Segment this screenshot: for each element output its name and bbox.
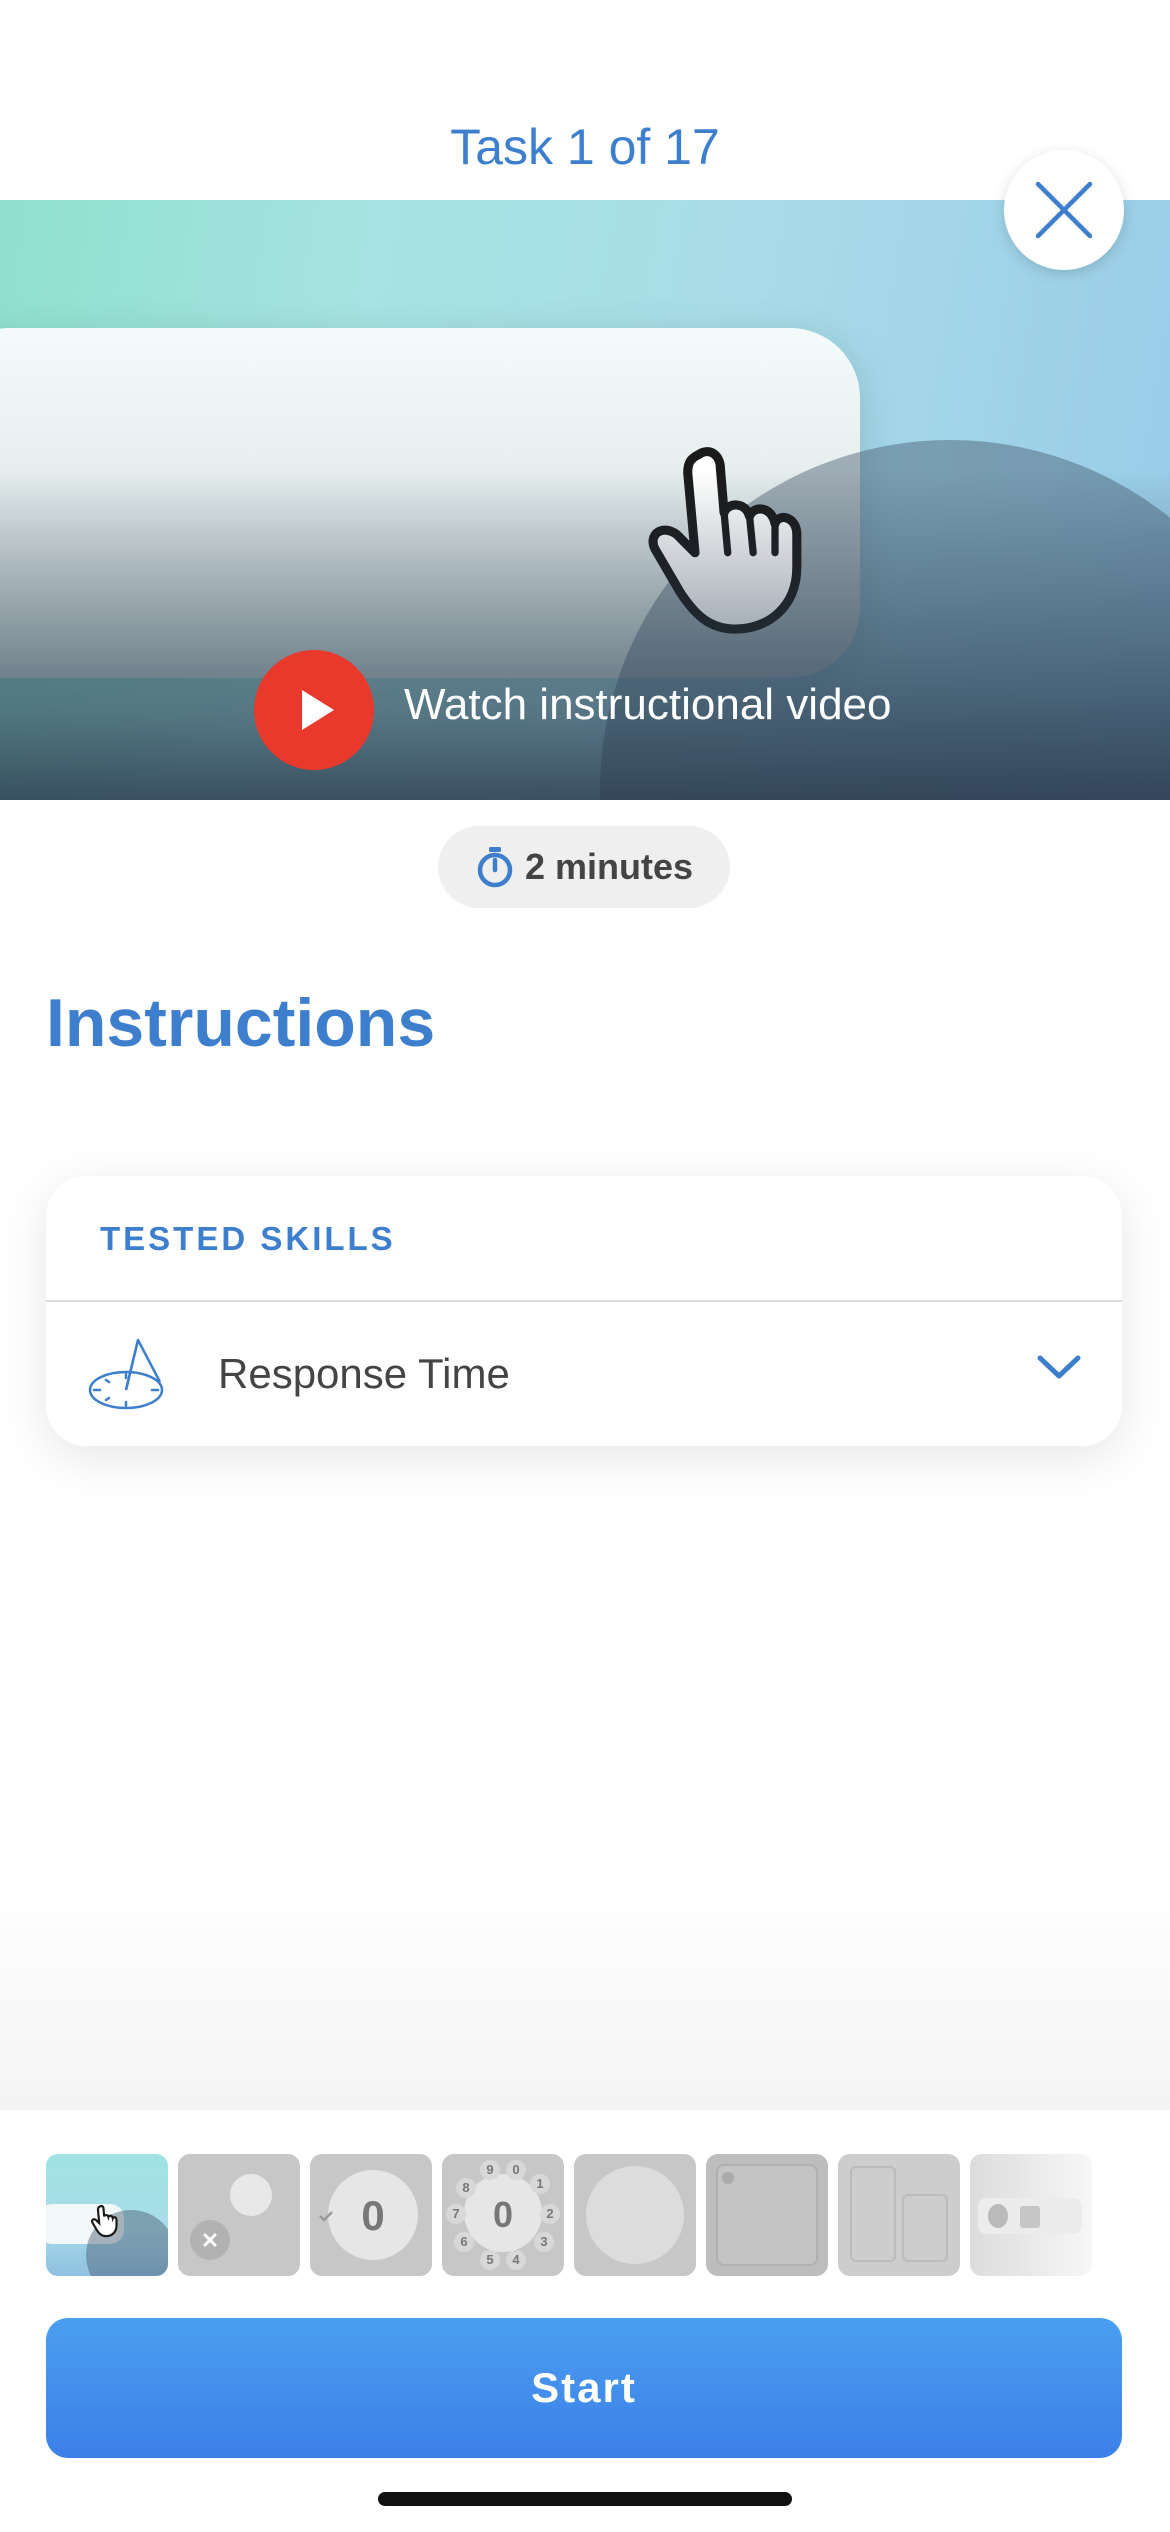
thumbnail-circle (230, 2174, 272, 2216)
task-progress-title: Task 1 of 17 (450, 119, 720, 175)
dial-digit: 0 (512, 2162, 520, 2177)
dial-digit: 2 (546, 2206, 554, 2221)
home-indicator (378, 2492, 792, 2506)
dial-digit: 4 (512, 2252, 520, 2267)
dial-digit: 7 (452, 2206, 460, 2221)
thumbnail-circle (586, 2166, 684, 2264)
stopwatch-icon (477, 847, 513, 888)
dial-dot: 5 (480, 2250, 500, 2270)
skill-row-response-time[interactable]: Response Time (46, 1302, 1122, 1446)
pointing-hand-icon (91, 2204, 118, 2238)
play-icon (302, 690, 334, 730)
dial-digit: 8 (462, 2180, 470, 2195)
dial-dot: 3 (534, 2232, 554, 2252)
thumbnail-close-dot (190, 2220, 230, 2260)
play-video-button[interactable] (254, 650, 374, 770)
dial-dot: 6 (454, 2232, 474, 2252)
thumbnail-dot (722, 2172, 734, 2184)
close-button[interactable] (1004, 150, 1124, 270)
skill-label: Response Time (218, 1350, 510, 1397)
thumbnail-cup (1020, 2206, 1040, 2228)
dial-digit: 9 (486, 2162, 494, 2177)
chevron-down-icon[interactable] (1036, 1352, 1082, 1382)
start-button[interactable]: Start (46, 2318, 1122, 2458)
task-thumbnail-5[interactable] (574, 2154, 696, 2276)
thumbnail-counter: 0 (361, 2192, 385, 2239)
instructional-video-banner[interactable]: Watch instructional video (0, 200, 1170, 800)
thumbnail-grid-right (902, 2194, 948, 2262)
thumbnail-dot (988, 2204, 1008, 2228)
duration-badge: 2 minutes (438, 826, 730, 908)
task-thumbnail-6[interactable] (706, 2154, 828, 2276)
dial-dot: 2 (540, 2204, 560, 2224)
sundial-icon (88, 1338, 164, 1410)
task-thumbnail-1[interactable] (46, 2154, 168, 2276)
watch-video-label[interactable]: Watch instructional video (404, 680, 891, 730)
dial-dot: 7 (446, 2204, 466, 2224)
close-icon (1035, 181, 1093, 239)
dial-dot: 0 (506, 2160, 526, 2180)
task-thumbnail-8[interactable] (970, 2154, 1092, 2276)
dial-dot: 8 (456, 2178, 476, 2198)
duration-label: 2 minutes (524, 846, 694, 887)
bottom-fade (0, 1880, 1170, 2110)
dial-digit: 5 (486, 2252, 494, 2267)
task-thumbnail-7[interactable] (838, 2154, 960, 2276)
dial-digit: 3 (540, 2234, 548, 2249)
task-thumbnail-3[interactable]: 0 (310, 2154, 432, 2276)
dial-dot: 9 (480, 2160, 500, 2180)
dial-dot: 1 (530, 2174, 550, 2194)
thumbnail-grid-left (850, 2166, 896, 2262)
dial-digit: 6 (460, 2234, 468, 2249)
task-thumbnail-2[interactable] (178, 2154, 300, 2276)
task-thumbnail-4[interactable]: 0 9 0 1 8 2 7 3 6 5 4 (442, 2154, 564, 2276)
instructions-title: Instructions (46, 985, 436, 1061)
close-icon (203, 2233, 217, 2247)
thumbnail-dial-center: 0 (492, 2194, 514, 2235)
dial-digit: 1 (536, 2176, 544, 2191)
tested-skills-card: TESTED SKILLS Response Time (46, 1176, 1122, 1446)
tested-skills-header: TESTED SKILLS (100, 1220, 396, 1257)
dial-dot: 4 (506, 2250, 526, 2270)
